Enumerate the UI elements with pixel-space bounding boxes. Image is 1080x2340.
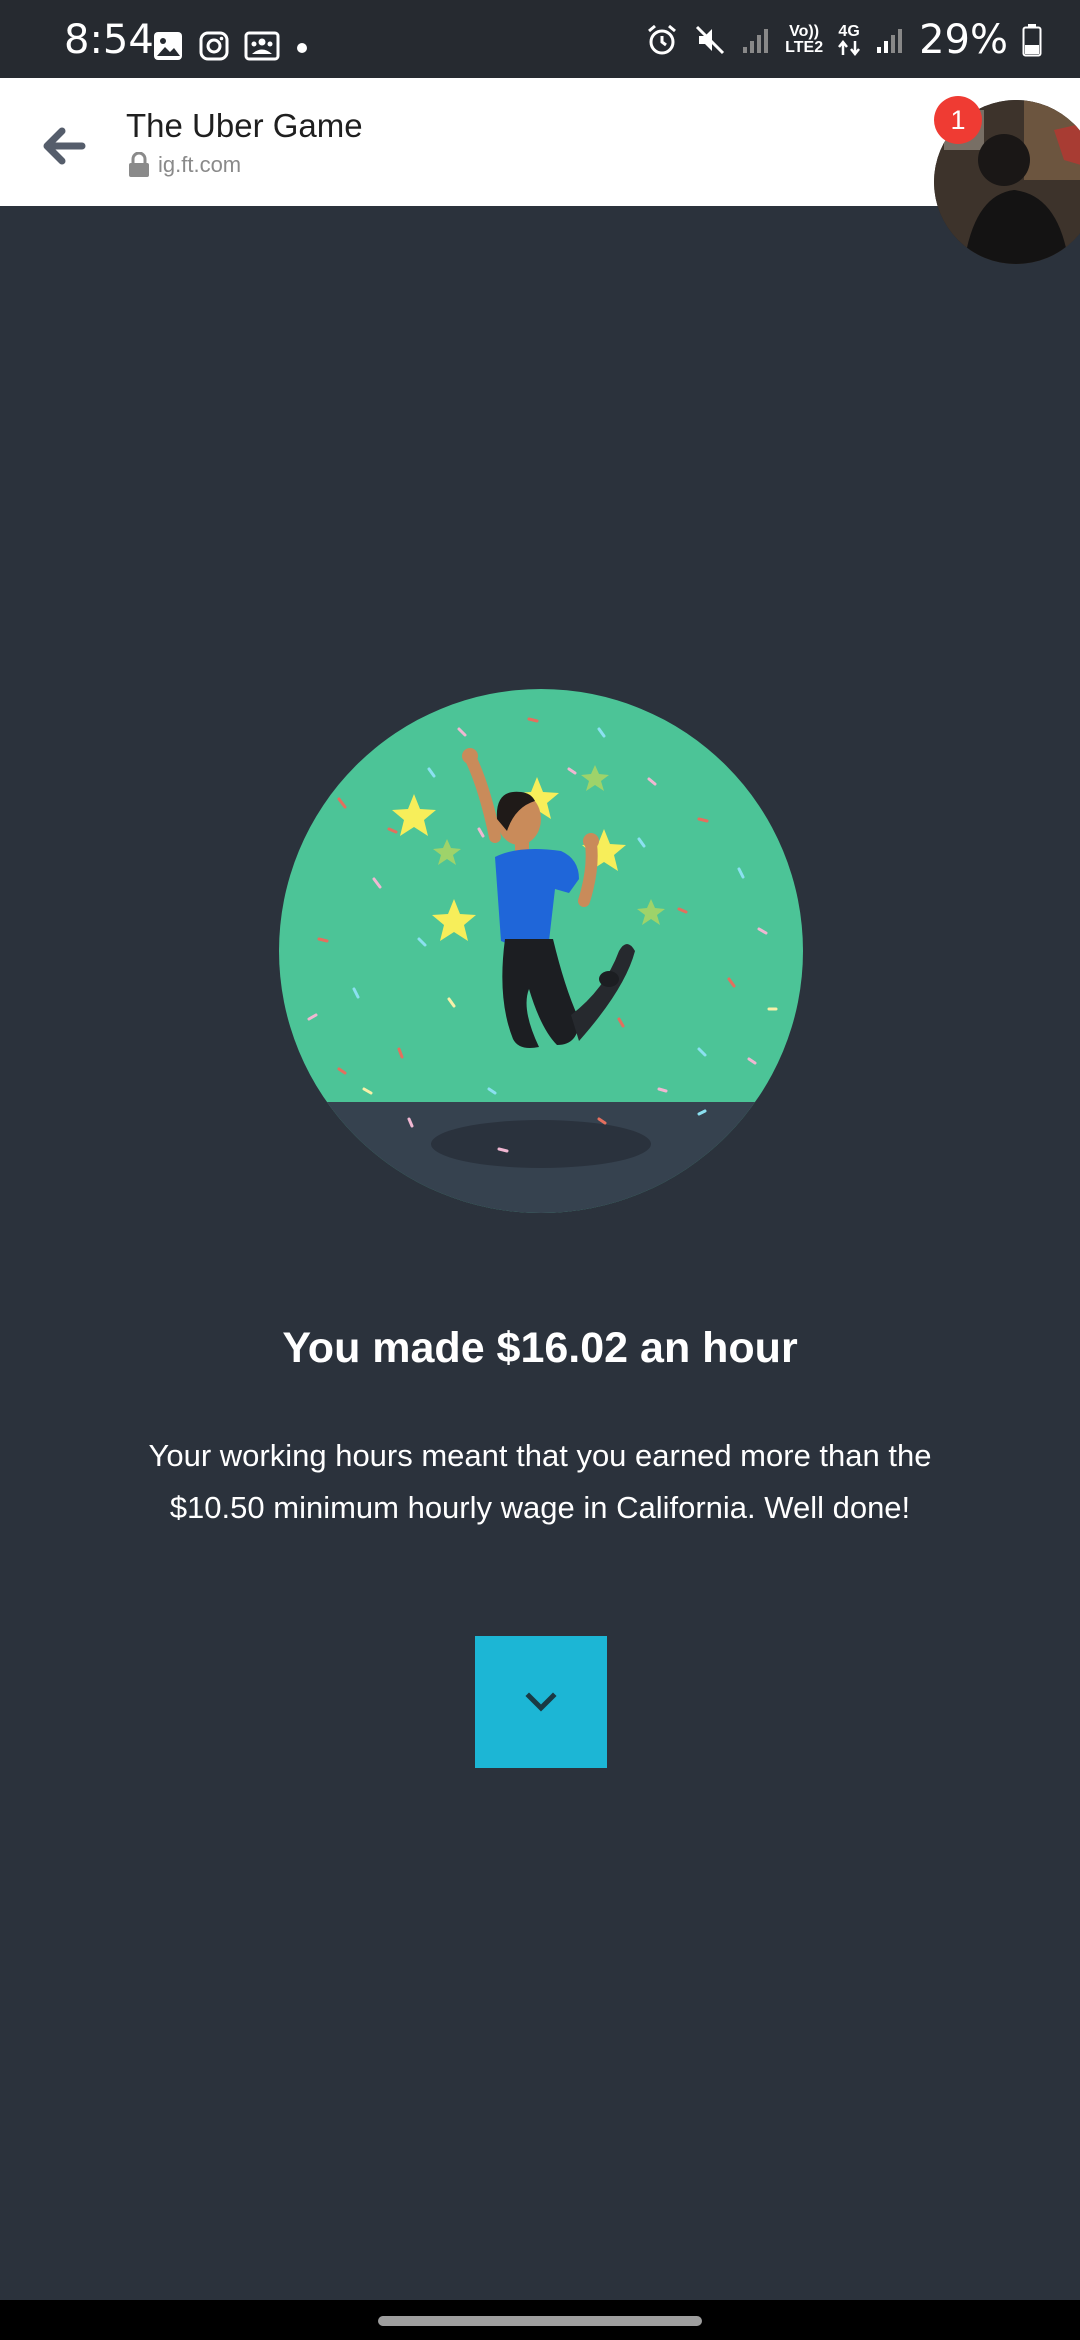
network-type: 4G — [837, 24, 861, 56]
network-label-top: Vo)) — [789, 23, 820, 40]
network-type-label: 4G — [838, 23, 860, 40]
browser-header: The Uber Game ig.ft.com — [0, 78, 1080, 206]
battery-icon — [1022, 24, 1042, 57]
status-notification-icons — [152, 30, 310, 62]
signal-icon-1 — [743, 29, 769, 53]
group-icon — [244, 31, 280, 61]
signal-icon-2 — [877, 29, 903, 53]
result-headline: You made $16.02 an hour — [282, 1324, 798, 1372]
url-text: ig.ft.com — [158, 152, 242, 177]
mute-icon — [696, 25, 725, 55]
instagram-icon — [199, 31, 229, 61]
celebration-svg — [279, 689, 803, 1213]
back-button[interactable] — [36, 118, 92, 174]
data-transfer-icon — [838, 40, 861, 56]
network-label-bottom: LTE2 — [785, 39, 824, 56]
status-bar: 8:54 Vo)) LTE2 4G 29% — [0, 0, 1080, 78]
result-description: Your working hours meant that you earned… — [148, 1438, 932, 1525]
home-gesture-handle[interactable] — [378, 2316, 702, 2326]
jump-shadow — [431, 1120, 651, 1168]
status-system-icons: Vo)) LTE2 4G 29% — [645, 18, 1042, 62]
status-time: 8:54 — [64, 17, 154, 63]
lock-icon — [129, 152, 149, 177]
chevron-down-icon — [525, 1692, 557, 1712]
page-title: The Uber Game — [126, 107, 363, 144]
notification-badge: 1 — [934, 96, 982, 144]
alarm-icon — [648, 24, 677, 55]
celebration-illustration — [279, 689, 803, 1213]
dot-icon — [297, 43, 307, 53]
arrow-left-icon — [43, 127, 86, 165]
gallery-icon — [154, 32, 182, 60]
url-row: ig.ft.com — [128, 152, 241, 178]
battery-percent: 29% — [919, 17, 1008, 63]
next-button[interactable] — [475, 1636, 607, 1768]
network-label: Vo)) LTE2 — [785, 24, 823, 56]
